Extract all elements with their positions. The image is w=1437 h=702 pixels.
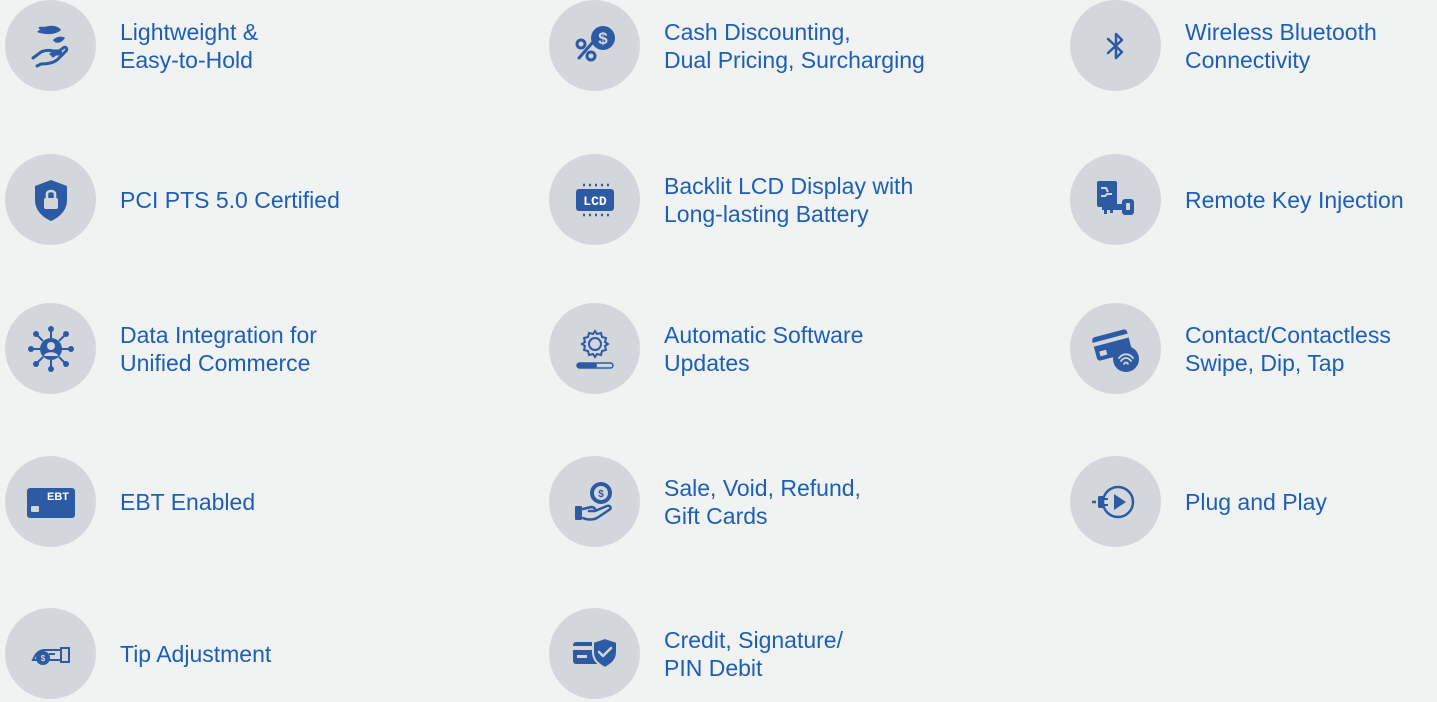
feature-label: Wireless Bluetooth Connectivity	[1185, 18, 1377, 74]
feature-label-line: Tip Adjustment	[120, 640, 272, 667]
feature-label-line: Credit, Signature/	[664, 626, 843, 653]
feature-label: Plug and Play	[1185, 488, 1327, 516]
gear-update-icon	[575, 328, 614, 369]
feature-data-integration: Data Integration for Unified Commerce	[5, 303, 317, 394]
icon-circle	[5, 303, 96, 394]
hand-coin-icon: $	[574, 481, 612, 521]
feature-label: Backlit LCD Display with Long-lasting Ba…	[664, 172, 913, 228]
feature-label-line: Contact/Contactless	[1185, 321, 1391, 348]
hand-cash-icon: $	[30, 646, 70, 665]
feature-label: Contact/Contactless Swipe, Dip, Tap	[1185, 321, 1391, 377]
percent-dollar-icon: $	[575, 25, 615, 61]
feature-label: Data Integration for Unified Commerce	[120, 321, 317, 377]
svg-text:$: $	[40, 654, 45, 663]
feature-ebt: EBT EBT Enabled	[5, 456, 255, 547]
feature-label-line: Remote Key Injection	[1185, 186, 1404, 213]
feature-label: Cash Discounting, Dual Pricing, Surcharg…	[664, 18, 925, 74]
svg-text:$: $	[598, 489, 604, 500]
feature-label-line: Swipe, Dip, Tap	[1185, 349, 1345, 376]
feature-label-line: Automatic Software	[664, 321, 864, 348]
feature-lcd: LCD Backlit LCD Display with Long-lastin…	[549, 154, 913, 245]
feature-software-updates: Automatic Software Updates	[549, 303, 863, 394]
feature-label-line: Easy-to-Hold	[120, 46, 253, 73]
icon-circle	[1070, 154, 1161, 245]
shield-lock-icon	[34, 179, 67, 221]
feature-label-line: Gift Cards	[664, 502, 768, 529]
card-shield-icon	[572, 636, 618, 669]
feature-label-line: Sale, Void, Refund,	[664, 474, 861, 501]
feature-lightweight: Lightweight & Easy-to-Hold	[5, 0, 258, 91]
feature-label-line: Data Integration for	[120, 321, 317, 348]
feature-label-line: Updates	[664, 349, 750, 376]
feature-plug-play: Plug and Play	[1070, 456, 1327, 547]
icon-circle: $	[549, 456, 640, 547]
ebt-card-icon: EBT	[26, 487, 75, 518]
feature-sale-void: $ Sale, Void, Refund, Gift Cards	[549, 456, 861, 547]
icon-circle	[1070, 456, 1161, 547]
feature-label-line: EBT Enabled	[120, 488, 256, 515]
icon-circle	[5, 154, 96, 245]
feature-label-line: Plug and Play	[1185, 488, 1327, 515]
feature-tip-adjustment: $ Tip Adjustment	[5, 608, 271, 699]
feature-label-line: Cash Discounting,	[664, 18, 851, 45]
icon-circle: $	[5, 608, 96, 699]
svg-text:LCD: LCD	[583, 194, 607, 209]
feature-label: Sale, Void, Refund, Gift Cards	[664, 474, 861, 530]
contactless-card-icon	[1091, 328, 1139, 372]
ebt-icon-text: EBT	[47, 491, 69, 503]
feature-label-line: Connectivity	[1185, 46, 1311, 73]
feature-label: PCI PTS 5.0 Certified	[120, 186, 340, 214]
feature-pci: PCI PTS 5.0 Certified	[5, 154, 340, 245]
bluetooth-icon	[1106, 32, 1123, 59]
feature-bluetooth: Wireless Bluetooth Connectivity	[1070, 0, 1377, 91]
icon-circle	[5, 0, 96, 91]
feature-label-line: Backlit LCD Display with	[664, 172, 914, 199]
feature-label-line: Lightweight &	[120, 18, 259, 45]
feature-label: Credit, Signature/ PIN Debit	[664, 626, 843, 682]
feature-label: Tip Adjustment	[120, 640, 271, 668]
user-network-icon	[27, 325, 74, 372]
icon-circle	[1070, 0, 1161, 91]
feature-remote-key: Remote Key Injection	[1070, 154, 1404, 245]
svg-text:$: $	[598, 29, 608, 48]
feature-cash-discounting: $ Cash Discounting, Dual Pricing, Surcha…	[549, 0, 925, 91]
feature-label: EBT Enabled	[120, 488, 255, 516]
feature-contactless: Contact/Contactless Swipe, Dip, Tap	[1070, 303, 1391, 394]
hand-holding-icon	[31, 25, 68, 67]
feature-label: Lightweight & Easy-to-Hold	[120, 18, 258, 74]
feature-label-line: Unified Commerce	[120, 349, 311, 376]
icon-circle: EBT	[5, 456, 96, 547]
lcd-display-icon: LCD	[575, 183, 614, 216]
plug-play-icon	[1091, 485, 1134, 518]
feature-label-line: PCI PTS 5.0 Certified	[120, 186, 340, 213]
feature-label-line: PIN Debit	[664, 654, 763, 681]
key-injection-icon	[1096, 180, 1134, 215]
icon-circle	[549, 608, 640, 699]
icon-circle	[549, 303, 640, 394]
feature-label-line: Long-lasting Battery	[664, 200, 869, 227]
feature-label-line: Wireless Bluetooth	[1185, 18, 1377, 45]
feature-label: Remote Key Injection	[1185, 186, 1404, 214]
icon-circle	[1070, 303, 1161, 394]
feature-label: Automatic Software Updates	[664, 321, 863, 377]
feature-credit-debit: Credit, Signature/ PIN Debit	[549, 608, 843, 699]
feature-label-line: Dual Pricing, Surcharging	[664, 46, 925, 73]
icon-circle: LCD	[549, 154, 640, 245]
icon-circle: $	[549, 0, 640, 91]
